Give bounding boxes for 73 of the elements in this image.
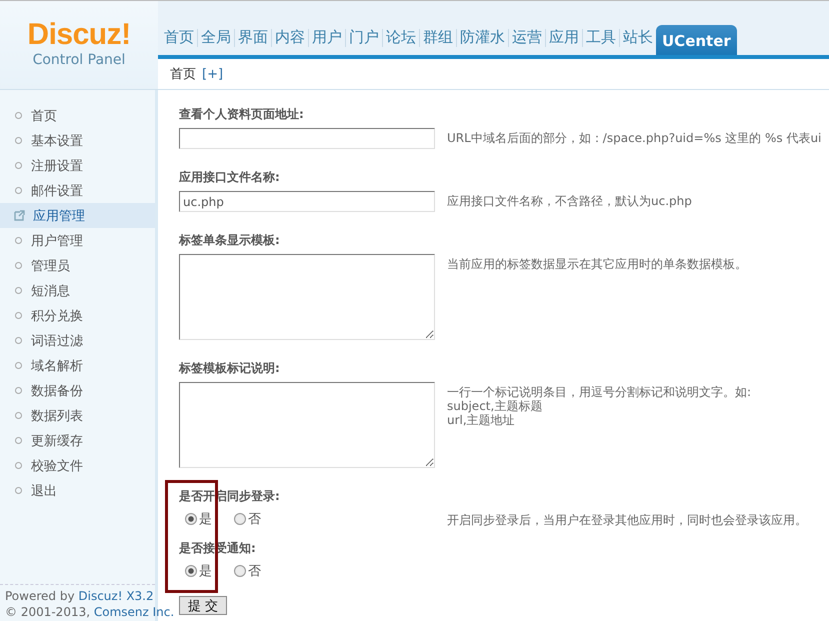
bullet-icon xyxy=(15,162,22,169)
nav-tab[interactable]: 站长 xyxy=(620,25,656,51)
radio-option[interactable]: 是 xyxy=(185,562,212,580)
field-hint: 开启同步登录后，当用户在登录其他应用时，同时也会登录该应用。 xyxy=(447,513,808,527)
footer-text: Powered by Discuz! X3.2 xyxy=(5,589,155,603)
field-label: 标签单条显示模板: xyxy=(179,232,281,249)
sidebar-item[interactable]: 积分兑换 xyxy=(0,303,155,328)
nav-tab[interactable]: 用户 xyxy=(309,25,345,51)
sidebar-item[interactable]: 首页 xyxy=(0,103,155,128)
sidebar-item[interactable]: 短消息 xyxy=(0,278,155,303)
field-hint: 当前应用的标签数据显示在其它应用时的单条数据模板。 xyxy=(447,257,748,271)
nav-tab[interactable]: 界面 xyxy=(235,25,271,51)
nav-tab[interactable]: 群组 xyxy=(420,25,456,51)
field-label: 标签模板标记说明: xyxy=(179,360,281,377)
radio-option[interactable]: 否 xyxy=(234,562,261,580)
textarea-field[interactable] xyxy=(179,382,435,468)
bullet-icon xyxy=(15,237,22,244)
sidebar-item[interactable]: 用户管理 xyxy=(0,228,155,253)
external-link-icon xyxy=(14,210,25,221)
add-link[interactable]: [+] xyxy=(202,66,224,82)
sidebar-item[interactable]: 注册设置 xyxy=(0,153,155,178)
nav-tab[interactable]: 首页 xyxy=(161,25,197,51)
nav-tab[interactable]: 全局 xyxy=(198,25,234,51)
sidebar-item[interactable]: 数据列表 xyxy=(0,403,155,428)
sidebar-item[interactable]: 管理员 xyxy=(0,253,155,278)
field-hint: URL中域名后面的部分，如：/space.php?uid=%s 这里的 %s 代表ui xyxy=(447,131,822,145)
field-label: 查看个人资料页面地址: xyxy=(179,106,305,123)
sidebar-item[interactable]: 域名解析 xyxy=(0,353,155,378)
radio-option[interactable]: 是 xyxy=(185,510,212,528)
bullet-icon xyxy=(15,362,22,369)
sidebar-item[interactable]: 数据备份 xyxy=(0,378,155,403)
bullet-icon xyxy=(15,187,22,194)
bullet-icon xyxy=(15,462,22,469)
bullet-icon xyxy=(15,387,22,394)
field-label: 应用接口文件名称: xyxy=(179,169,281,186)
nav-tab[interactable]: 防灌水 xyxy=(457,25,508,51)
sidebar-item[interactable]: 更新缓存 xyxy=(0,428,155,453)
input-field[interactable]: uc.php xyxy=(179,191,435,212)
nav-tab[interactable]: 应用 xyxy=(546,25,582,51)
sidebar-item[interactable]: 退出 xyxy=(0,478,155,503)
bullet-icon xyxy=(15,337,22,344)
textarea-field[interactable] xyxy=(179,254,435,340)
nav-tab[interactable]: 门户 xyxy=(346,25,382,51)
field-hint: url,主题地址 xyxy=(447,413,516,427)
logo-subtitle: Control Panel xyxy=(32,51,126,69)
field-hint: 一行一个标记说明条目，用逗号分割标记和说明文字。如: xyxy=(447,385,752,399)
sidebar-item[interactable]: 基本设置 xyxy=(0,128,155,153)
submit-button[interactable]: 提 交 xyxy=(179,596,227,615)
sidebar-item[interactable]: 校验文件 xyxy=(0,453,155,478)
bullet-icon xyxy=(15,312,22,319)
nav-tab[interactable]: UCenter xyxy=(656,25,737,55)
input-field[interactable] xyxy=(179,128,435,149)
footer-link[interactable]: Comsenz Inc. xyxy=(94,605,174,619)
footer-link[interactable]: Discuz! X3.2 xyxy=(78,589,154,603)
breadcrumb: 首页 xyxy=(170,66,196,83)
nav-tab[interactable]: 论坛 xyxy=(383,25,419,51)
sidebar-item[interactable]: 应用管理 xyxy=(0,203,155,228)
bullet-icon xyxy=(15,287,22,294)
radio-option[interactable]: 否 xyxy=(234,510,261,528)
bullet-icon xyxy=(15,137,22,144)
field-hint: 应用接口文件名称，不含路径，默认为uc.php xyxy=(447,194,693,208)
nav-tab[interactable]: 工具 xyxy=(583,25,619,51)
sidebar-item[interactable]: 词语过滤 xyxy=(0,328,155,353)
sidebar-item[interactable]: 邮件设置 xyxy=(0,178,155,203)
bullet-icon xyxy=(15,437,22,444)
nav-tab[interactable]: 内容 xyxy=(272,25,308,51)
field-hint: subject,主题标题 xyxy=(447,399,544,413)
bullet-icon xyxy=(15,262,22,269)
bullet-icon xyxy=(15,112,22,119)
nav-tab[interactable]: 运营 xyxy=(509,25,545,51)
logo-text: Discuz! xyxy=(27,19,131,51)
bullet-icon xyxy=(15,487,22,494)
bullet-icon xyxy=(15,412,22,419)
